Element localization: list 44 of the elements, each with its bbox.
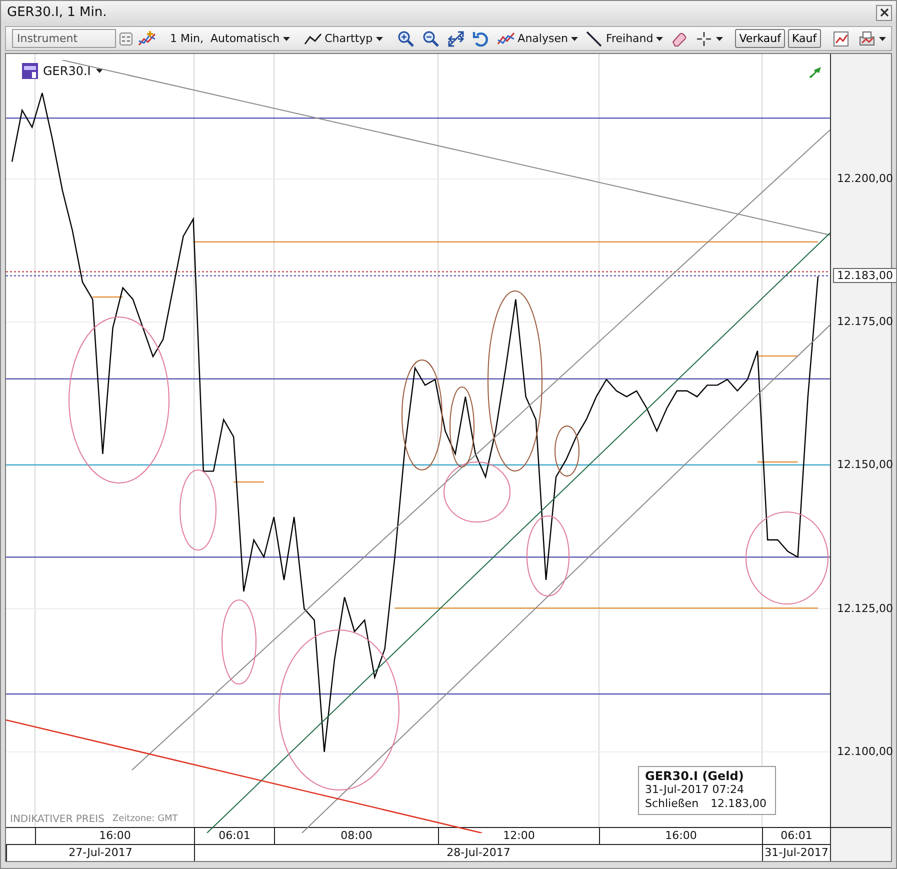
arrows-icon (446, 30, 465, 48)
caret-icon (282, 36, 290, 40)
window-title: GER30.I, 1 Min. (7, 5, 107, 20)
date-label: 28-Jul-2017 (194, 845, 762, 861)
date-label: 31-Jul-2017 (762, 845, 830, 861)
zoom-in-icon (396, 30, 415, 48)
instrument-field[interactable]: Instrument (12, 29, 116, 48)
list-picker-icon[interactable] (119, 32, 133, 46)
price-label: 12.183,00 (833, 268, 896, 284)
timezone-label: Zeitzone: GMT (112, 814, 178, 825)
info-label: Schließen (645, 797, 699, 811)
chart-tools-icon (832, 30, 851, 48)
toolbar-dropdown[interactable]: Freihand (582, 28, 666, 50)
info-title: GER30.I (Geld) (645, 769, 745, 783)
axis-label: 12.175,00 (837, 315, 893, 328)
trend-up-icon (808, 66, 822, 78)
chart-print-icon (858, 30, 876, 48)
toolbar-dropdown[interactable]: Analysen (494, 28, 580, 50)
axis-label: 12.200,00 (837, 172, 893, 185)
caret-icon[interactable] (96, 69, 103, 73)
info-value: 12.183,00 (710, 797, 767, 811)
crosshair-icon (695, 30, 714, 48)
toolbar-button[interactable]: Kauf (788, 29, 821, 48)
caret-icon (878, 36, 886, 40)
pen-line-icon (584, 30, 603, 48)
caret-icon (656, 36, 664, 40)
axis-label: 12.100,00 (837, 744, 893, 758)
axis-label: 12.125,00 (837, 602, 893, 615)
toolbar-dropdown[interactable]: 1 Min, Automatisch (168, 28, 292, 50)
close-icon (880, 8, 888, 17)
info-datetime: 31-Jul-2017 07:24 (645, 783, 746, 797)
caret-icon (570, 36, 578, 40)
axis-label: 12.150,00 (837, 458, 893, 472)
caret-icon (716, 36, 724, 40)
toolbar-dropdown[interactable]: Charttyp (302, 28, 385, 50)
indicator-icon (138, 30, 156, 48)
zoom-out-icon (422, 30, 440, 48)
undo-icon (472, 30, 490, 48)
close-button[interactable] (876, 4, 892, 20)
price-note: INDIKATIVER PREIS (10, 814, 104, 825)
instrument-name[interactable]: GER30.I (43, 64, 91, 78)
caret-icon (376, 36, 383, 40)
toolbar-button[interactable]: Verkauf (735, 29, 785, 48)
date-label: 27-Jul-2017 (6, 845, 194, 861)
